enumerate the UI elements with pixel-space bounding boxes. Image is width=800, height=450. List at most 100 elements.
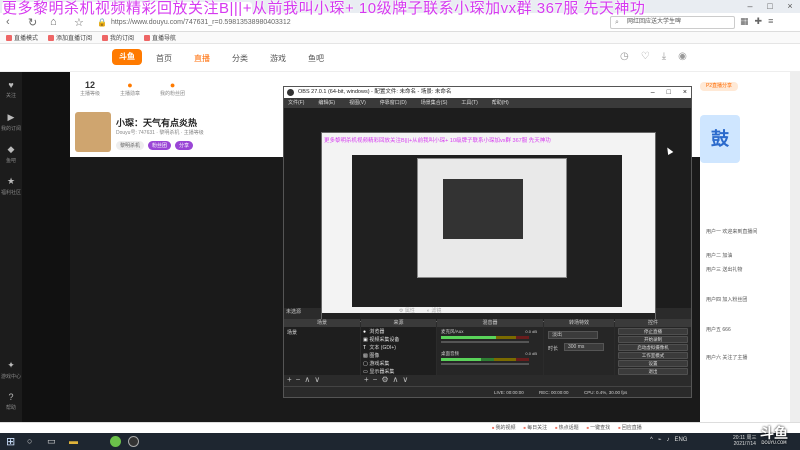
filters-label: 滤镜 bbox=[431, 308, 442, 314]
input-language[interactable]: ENG bbox=[674, 437, 687, 443]
network-icon[interactable]: ⌁ bbox=[658, 436, 662, 443]
room-tag[interactable]: 黎明杀机 bbox=[116, 141, 145, 150]
source-item[interactable]: ▢ 游戏采集 bbox=[363, 360, 389, 367]
task-view-icon[interactable]: ▭ bbox=[47, 436, 56, 447]
file-explorer-icon[interactable]: ▬ bbox=[69, 436, 78, 446]
sidebar-item-label: 福利社区 bbox=[0, 190, 21, 196]
controls-header: 控件 bbox=[615, 319, 691, 327]
gear-icon[interactable]: ⚙ bbox=[381, 375, 388, 385]
room-stat[interactable]: ● 主播勋章 bbox=[120, 80, 140, 97]
nav-item-games[interactable]: 游戏 bbox=[270, 53, 286, 64]
follow-icon[interactable]: ♡ bbox=[641, 51, 650, 62]
obs-preview[interactable]: 更多黎明杀机视频精彩回放关注B|||+从前我叫小琛+ 10级牌子联系小琛加vx群… bbox=[284, 108, 691, 322]
menu-edit[interactable]: 编辑(E) bbox=[318, 98, 335, 108]
grid-icon[interactable]: ▦ bbox=[740, 16, 749, 27]
browser-app-icon[interactable] bbox=[110, 436, 121, 447]
source-name: 浏览器 bbox=[369, 329, 385, 335]
sidebar-item[interactable]: ? 帮助 bbox=[0, 392, 22, 422]
studio-mode-button[interactable]: 工作室模式 bbox=[618, 352, 688, 359]
toolbar-item[interactable]: 回应直播 bbox=[618, 424, 642, 431]
menu-icon[interactable]: ≡ bbox=[768, 16, 773, 27]
volume-slider[interactable] bbox=[441, 363, 529, 365]
share-tag[interactable]: P2直播分享 bbox=[700, 82, 738, 91]
search-icon: ⌕ bbox=[615, 19, 619, 26]
toolbar-item[interactable]: 热点话题 bbox=[555, 424, 579, 431]
room-stat[interactable]: ● 我的粉丝团 bbox=[160, 80, 185, 97]
anchor-avatar[interactable] bbox=[75, 112, 111, 152]
bookmark-item[interactable]: 我的订阅 bbox=[102, 33, 134, 42]
add-icon[interactable]: + bbox=[287, 375, 292, 385]
room-tag[interactable]: 粉丝团 bbox=[148, 141, 172, 150]
source-item[interactable]: ▭ 显示器采集 bbox=[363, 368, 394, 375]
site-logo[interactable]: 斗鱼 bbox=[112, 49, 142, 65]
close-button[interactable]: × bbox=[780, 0, 800, 13]
menu-scene-collection[interactable]: 场景集合(S) bbox=[421, 98, 448, 108]
remove-icon[interactable]: − bbox=[373, 375, 378, 385]
sidebar-item[interactable]: ♥ 关注 bbox=[0, 80, 22, 110]
windows-start-icon[interactable]: ⊞ bbox=[6, 435, 15, 448]
menu-tools[interactable]: 工具(T) bbox=[461, 98, 477, 108]
transitions-header: 转场特效 bbox=[544, 319, 614, 327]
search-icon[interactable]: ○ bbox=[27, 436, 32, 446]
menu-help[interactable]: 帮助(H) bbox=[492, 98, 509, 108]
sidebar-item[interactable]: ★ 福利社区 bbox=[0, 176, 22, 206]
room-tag[interactable]: 分享 bbox=[175, 141, 194, 150]
scene-item[interactable]: 场景 bbox=[287, 329, 357, 336]
room-stat[interactable]: 12 主播等级 bbox=[80, 80, 100, 97]
volume-meter bbox=[441, 336, 529, 339]
taskbar-clock[interactable]: 20:11 周三 2021/7/14 bbox=[733, 435, 757, 447]
stop-streaming-button[interactable]: 停止直播 bbox=[618, 328, 688, 335]
obs-maximize-button[interactable]: □ bbox=[667, 87, 671, 98]
maximize-button[interactable]: □ bbox=[760, 0, 780, 13]
promo-banner[interactable]: 鼓 bbox=[700, 115, 740, 163]
move-down-icon[interactable]: ∨ bbox=[314, 375, 320, 385]
menu-docks[interactable]: 停靠窗口(D) bbox=[380, 98, 407, 108]
source-item[interactable]: T 文本 (GDI+) bbox=[363, 344, 396, 351]
history-icon[interactable]: ◷ bbox=[620, 51, 629, 62]
duration-input[interactable]: 300 ms bbox=[564, 343, 604, 351]
move-up-icon[interactable]: ∧ bbox=[393, 375, 399, 385]
extension-icon[interactable]: ✚ bbox=[755, 16, 763, 27]
nav-item-category[interactable]: 分类 bbox=[232, 53, 248, 64]
toolbar-item[interactable]: 每日关注 bbox=[524, 424, 547, 431]
obs-close-button[interactable]: × bbox=[683, 87, 687, 98]
nav-item-yuba[interactable]: 鱼吧 bbox=[308, 53, 324, 64]
source-item[interactable]: ● 浏览器 bbox=[363, 328, 384, 335]
bookmark-label: 添加直播订阅 bbox=[56, 36, 93, 42]
source-item[interactable]: ▧ 图像 bbox=[363, 352, 379, 359]
bookmark-item[interactable]: 直播导航 bbox=[144, 33, 176, 42]
obs-minimize-button[interactable]: – bbox=[651, 87, 655, 98]
remove-icon[interactable]: − bbox=[296, 375, 301, 385]
menu-view[interactable]: 视图(V) bbox=[349, 98, 366, 108]
menu-file[interactable]: 文件(F) bbox=[288, 98, 304, 108]
move-up-icon[interactable]: ∧ bbox=[304, 375, 310, 385]
sidebar-item[interactable]: ✦ 游戏中心 bbox=[0, 360, 22, 390]
toolbar-item[interactable]: 我的视频 bbox=[492, 424, 516, 431]
sidebar-item[interactable]: ◆ 鱼吧 bbox=[0, 144, 22, 174]
move-down-icon[interactable]: ∨ bbox=[402, 375, 408, 385]
obs-menubar: 文件(F) 编辑(E) 视图(V) 停靠窗口(D) 场景集合(S) 工具(T) … bbox=[284, 98, 691, 108]
settings-button[interactable]: 设置 bbox=[618, 360, 688, 367]
toolbar-item[interactable]: 一键查找 bbox=[587, 424, 610, 431]
bookmark-item[interactable]: 添加直播订阅 bbox=[48, 33, 92, 42]
volume-icon[interactable]: ♪ bbox=[666, 437, 669, 443]
nav-item-live[interactable]: 直播 bbox=[194, 53, 210, 64]
volume-slider[interactable] bbox=[441, 341, 529, 343]
obs-app-icon[interactable] bbox=[128, 436, 139, 447]
scrollbar[interactable] bbox=[790, 72, 800, 422]
filters-button[interactable]: ◐ 滤镜 bbox=[427, 307, 441, 314]
add-icon[interactable]: + bbox=[364, 375, 369, 385]
properties-button[interactable]: ⚙ 属性 bbox=[399, 307, 415, 314]
tray-arrow-icon[interactable]: ^ bbox=[650, 437, 653, 443]
user-icon[interactable]: ◉ bbox=[678, 51, 687, 62]
virtual-camera-button[interactable]: 启动虚拟摄像机 bbox=[618, 344, 688, 351]
start-recording-button[interactable]: 开始录制 bbox=[618, 336, 688, 343]
minimize-button[interactable]: – bbox=[740, 0, 760, 13]
bookmark-item[interactable]: 直播模式 bbox=[6, 33, 38, 42]
exit-button[interactable]: 退出 bbox=[618, 368, 688, 375]
download-icon[interactable]: ⤓ bbox=[662, 51, 666, 62]
transition-select[interactable]: 淡出 bbox=[548, 331, 598, 339]
sidebar-item[interactable]: ▶ 我的订阅 bbox=[0, 112, 22, 142]
nav-item-home[interactable]: 首页 bbox=[156, 53, 172, 64]
source-item[interactable]: ▣ 视频采集设备 bbox=[363, 336, 399, 343]
